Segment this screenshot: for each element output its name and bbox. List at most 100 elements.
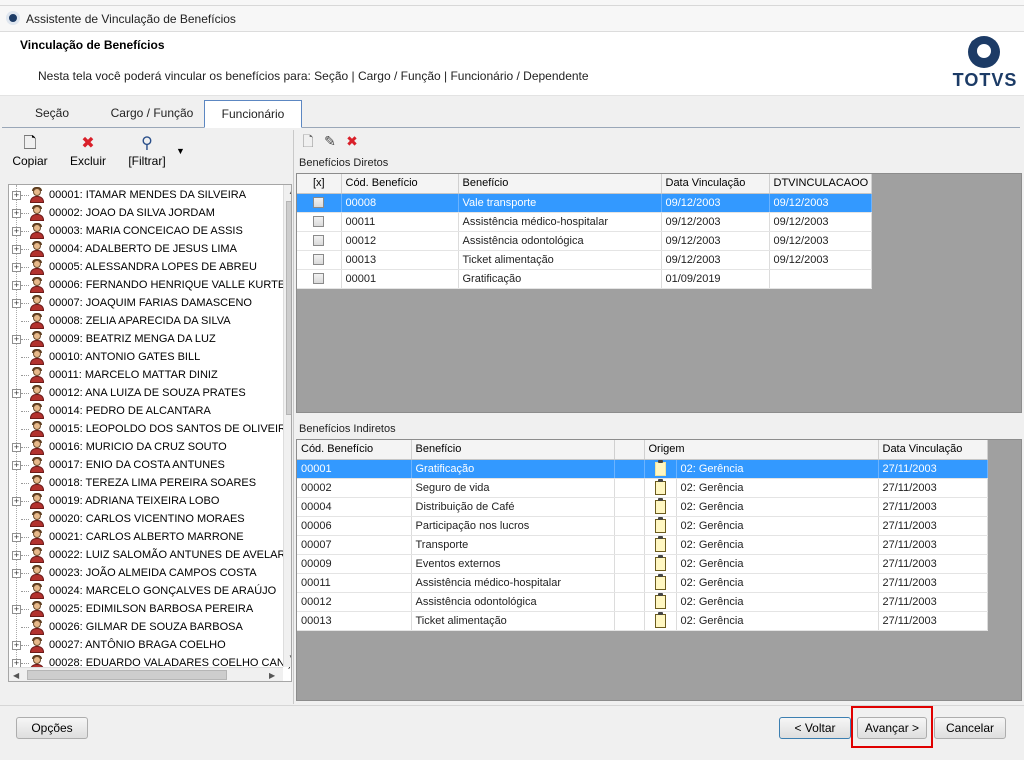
table-row[interactable]: 00013 Ticket alimentação 02: Gerência 27/11… (297, 611, 988, 631)
clipboard-icon[interactable] (654, 478, 666, 495)
tree-item[interactable]: +00021: CARLOS ALBERTO MARRONE (9, 528, 279, 546)
col-blank[interactable] (614, 440, 645, 460)
tree-item[interactable]: +00025: EDIMILSON BARBOSA PEREIRA (9, 600, 279, 618)
table-row[interactable]: 00012 Assistência odontológica 09/12/2003 0… (297, 231, 872, 251)
origin-icon-cell[interactable] (644, 516, 677, 536)
tree-item[interactable]: 00015: LEOPOLDO DOS SANTOS DE OLIVEIRA (9, 420, 291, 438)
options-button[interactable]: Opções (16, 717, 88, 739)
table-row[interactable]: 00001 Gratificação 01/09/2019 (297, 269, 872, 289)
scroll-down-icon[interactable]: ▼ (288, 653, 291, 662)
expand-icon[interactable]: + (12, 605, 21, 614)
origin-icon-cell[interactable] (644, 459, 677, 479)
origin-icon-cell[interactable] (644, 478, 677, 498)
tree-vertical-scroll-thumb[interactable] (286, 201, 291, 415)
col-benefit[interactable]: Benefício (411, 440, 615, 460)
origin-icon-cell[interactable] (644, 535, 677, 555)
scroll-left-icon[interactable]: ◀ (13, 671, 19, 680)
table-row[interactable]: 00008 Vale transporte 09/12/2003 09/12/2003 (297, 193, 872, 213)
col-link-date[interactable]: Data Vinculação (878, 440, 988, 460)
origin-icon-cell[interactable] (644, 497, 677, 517)
col-code[interactable]: Cód. Benefício (297, 440, 412, 460)
back-button[interactable]: < Voltar (779, 717, 851, 739)
tree-item[interactable]: +00005: ALESSANDRA LOPES DE ABREU (9, 258, 279, 276)
tree-item[interactable]: +00016: MURICIO DA CRUZ SOUTO (9, 438, 279, 456)
clipboard-icon[interactable] (654, 497, 666, 514)
check-cell[interactable] (297, 250, 342, 270)
tree-item[interactable]: 00014: PEDRO DE ALCANTARA (9, 402, 279, 420)
check-cell[interactable] (297, 193, 342, 213)
origin-icon-cell[interactable] (644, 573, 677, 593)
copy-button[interactable]: 🗋 Copiar (8, 134, 52, 174)
clipboard-icon[interactable] (654, 573, 666, 590)
tree-item[interactable]: +00007: JOAQUIM FARIAS DAMASCENO (9, 294, 279, 312)
scroll-right-icon[interactable]: ▶ (269, 671, 275, 680)
tree-item[interactable]: +00002: JOAO DA SILVA JORDAM (9, 204, 279, 222)
table-row[interactable]: 00001 Gratificação 02: Gerência 27/11/2003 (297, 459, 988, 479)
expand-icon[interactable]: + (12, 641, 21, 650)
tree-item[interactable]: +00012: ANA LUIZA DE SOUZA PRATES (9, 384, 279, 402)
row-checkbox[interactable] (313, 254, 325, 266)
expand-icon[interactable]: + (12, 497, 21, 506)
tree-item[interactable]: +00019: ADRIANA TEIXEIRA LOBO (9, 492, 279, 510)
table-row[interactable]: 00004 Distribuição de Café 02: Gerência 27/… (297, 497, 988, 517)
expand-icon[interactable]: + (12, 191, 21, 200)
expand-icon[interactable]: + (12, 389, 21, 398)
check-cell[interactable] (297, 269, 342, 289)
clipboard-icon[interactable] (654, 592, 666, 609)
origin-icon-cell[interactable] (644, 611, 677, 631)
employee-tree[interactable]: +00001: ITAMAR MENDES DA SILVEIRA +00002:… (8, 184, 292, 682)
tree-item[interactable]: +00009: BEATRIZ MENGA DA LUZ (9, 330, 279, 348)
tree-item[interactable]: +00001: ITAMAR MENDES DA SILVEIRA (9, 186, 279, 204)
tree-item[interactable]: 00024: MARCELO GONÇALVES DE ARAÚJO (9, 582, 279, 600)
edit-icon[interactable]: ✎ (322, 132, 338, 150)
tree-item[interactable]: 00010: ANTONIO GATES BILL (9, 348, 279, 366)
tree-item[interactable]: +00006: FERNANDO HENRIQUE VALLE KURTEN (9, 276, 291, 294)
col-origin[interactable]: Origem (644, 440, 879, 460)
expand-icon[interactable]: + (12, 263, 21, 272)
expand-icon[interactable]: + (12, 245, 21, 254)
check-cell[interactable] (297, 212, 342, 232)
tree-item[interactable]: +00003: MARIA CONCEICAO DE ASSIS (9, 222, 279, 240)
col-benefit[interactable]: Benefício (458, 174, 662, 194)
row-checkbox[interactable] (313, 273, 325, 285)
check-cell[interactable] (297, 231, 342, 251)
row-checkbox[interactable] (313, 197, 325, 209)
expand-icon[interactable]: + (12, 209, 21, 218)
tree-item[interactable]: +00017: ENIO DA COSTA ANTUNES (9, 456, 279, 474)
tab-cargo-funcao[interactable]: Cargo / Função (102, 100, 202, 127)
expand-icon[interactable]: + (12, 551, 21, 560)
row-checkbox[interactable] (313, 235, 325, 247)
clipboard-icon[interactable] (654, 459, 666, 476)
tree-item[interactable]: 00018: TEREZA LIMA PEREIRA SOARES (9, 474, 279, 492)
expand-icon[interactable]: + (12, 569, 21, 578)
expand-icon[interactable]: + (12, 281, 21, 290)
tree-item[interactable]: +00004: ADALBERTO DE JESUS LIMA (9, 240, 279, 258)
clipboard-icon[interactable] (654, 516, 666, 533)
table-row[interactable]: 00011 Assistência médico-hospitalar 02: Ge… (297, 573, 988, 593)
expand-icon[interactable]: + (12, 533, 21, 542)
origin-icon-cell[interactable] (644, 554, 677, 574)
expand-icon[interactable]: + (12, 443, 21, 452)
expand-icon[interactable]: + (12, 299, 21, 308)
col-code[interactable]: Cód. Benefício (341, 174, 459, 194)
table-row[interactable]: 00009 Eventos externos 02: Gerência 27/11/2… (297, 554, 988, 574)
expand-icon[interactable]: + (12, 227, 21, 236)
tree-item[interactable]: 00026: GILMAR DE SOUZA BARBOSA (9, 618, 279, 636)
tab-secao[interactable]: Seção (14, 100, 90, 127)
origin-icon-cell[interactable] (644, 592, 677, 612)
table-row[interactable]: 00012 Assistência odontológica 02: Gerênci… (297, 592, 988, 612)
row-checkbox[interactable] (313, 216, 325, 228)
scroll-up-icon[interactable]: ▲ (288, 187, 291, 196)
filter-button[interactable]: ⚲ [Filtrar] (120, 134, 174, 174)
remove-icon[interactable]: ✖ (344, 132, 360, 150)
col-dtvinculacao[interactable]: DTVINCULACAOO (769, 174, 872, 194)
tree-item[interactable]: +00022: LUIZ SALOMÃO ANTUNES DE AVELAR (9, 546, 285, 564)
delete-button[interactable]: ✖ Excluir (64, 134, 112, 174)
tree-item[interactable]: 00011: MARCELO MATTAR DINIZ (9, 366, 279, 384)
expand-icon[interactable]: + (12, 335, 21, 344)
new-icon[interactable]: 🗋 (300, 132, 316, 150)
tree-item[interactable]: +00023: JOÃO ALMEIDA CAMPOS COSTA (9, 564, 279, 582)
table-row[interactable]: 00006 Participação nos lucros 02: Gerência… (297, 516, 988, 536)
filter-dropdown-arrow-icon[interactable]: ▼ (176, 146, 185, 156)
tree-horizontal-scroll-thumb[interactable] (27, 670, 227, 680)
